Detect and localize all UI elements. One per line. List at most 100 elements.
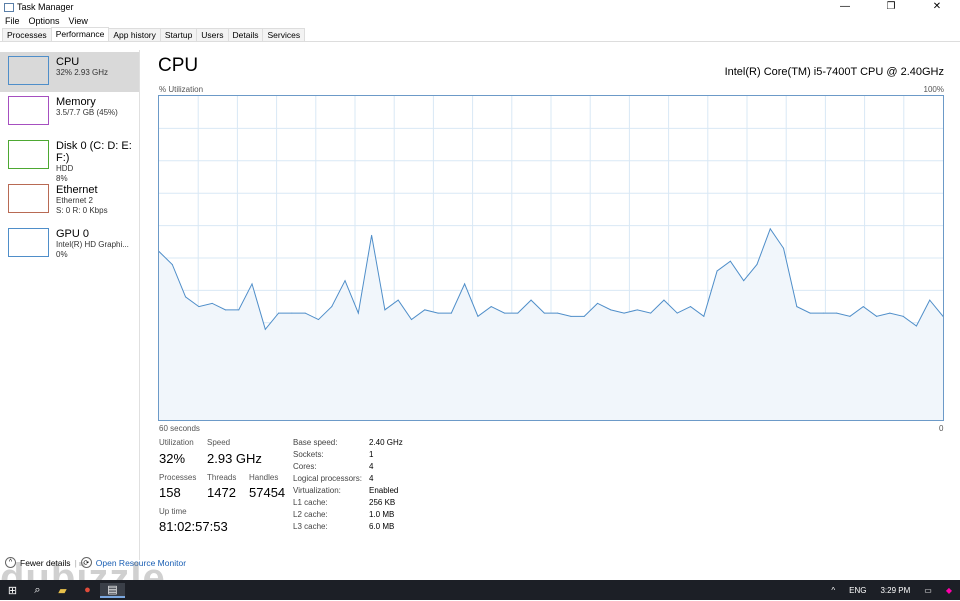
thumbnail-graph xyxy=(8,140,49,169)
maximize-button[interactable]: ❐ xyxy=(868,0,914,14)
data-point xyxy=(477,315,479,317)
search-icon[interactable]: ⌕ xyxy=(25,584,50,597)
data-point xyxy=(597,302,599,304)
data-point xyxy=(490,306,492,308)
sidebar-item-title: Ethernet xyxy=(56,184,98,196)
thumbnail-graph xyxy=(8,184,49,213)
open-resource-monitor-link[interactable]: Open Resource Monitor xyxy=(96,558,186,568)
data-point xyxy=(929,299,931,301)
data-point xyxy=(862,306,864,308)
data-point xyxy=(450,312,452,314)
data-point xyxy=(915,325,917,327)
sidebar-item-sub: 32% 2.93 GHz xyxy=(56,68,109,77)
threads-value: 1472 xyxy=(207,485,236,500)
uptime-label: Up time xyxy=(159,507,187,516)
sidebar-item-disk[interactable]: Disk 0 (C: D: E: F:) HDD 8% xyxy=(0,136,139,183)
data-point xyxy=(198,306,200,308)
spec-label: Virtualization: xyxy=(293,486,341,495)
chevron-up-icon[interactable]: ^ xyxy=(831,586,835,595)
menu-options[interactable]: Options xyxy=(29,16,60,26)
data-point xyxy=(384,309,386,311)
sidebar: CPU 32% 2.93 GHz Memory 3.5/7.7 GB (45%) Dis… xyxy=(0,50,140,560)
fewer-details-button[interactable]: Fewer details xyxy=(20,558,71,568)
tab-startup[interactable]: Startup xyxy=(159,28,198,41)
data-point xyxy=(716,270,718,272)
processes-value: 158 xyxy=(159,485,181,500)
data-point xyxy=(278,312,280,314)
sidebar-item-sub: Intel(R) HD Graphi... xyxy=(56,240,129,249)
spec-value: 2.40 GHz xyxy=(369,438,403,447)
data-point xyxy=(517,312,519,314)
resource-monitor-icon: ⟳ xyxy=(80,557,92,568)
tab-services[interactable]: Services xyxy=(262,28,306,41)
language-indicator[interactable]: ENG xyxy=(849,586,866,595)
y-axis-label: % Utilization xyxy=(159,85,204,94)
data-point xyxy=(159,251,160,253)
data-point xyxy=(304,312,306,314)
notification-icon[interactable]: ▭ xyxy=(924,586,932,595)
tab-app-history[interactable]: App history xyxy=(108,28,161,41)
data-point xyxy=(836,312,838,314)
data-point xyxy=(583,315,585,317)
data-point xyxy=(291,312,293,314)
sidebar-item-ethernet[interactable]: Ethernet Ethernet 2 S: 0 R: 0 Kbps xyxy=(0,180,139,224)
data-point xyxy=(410,319,412,321)
spec-label: L3 cache: xyxy=(293,522,328,531)
tab-processes[interactable]: Processes xyxy=(2,28,52,41)
sidebar-item-sub: Ethernet 2 xyxy=(56,196,93,205)
data-point xyxy=(543,312,545,314)
minimize-button[interactable]: — xyxy=(822,0,868,14)
data-point xyxy=(769,228,771,230)
data-point xyxy=(676,312,678,314)
file-explorer-icon[interactable]: ▰ xyxy=(50,584,75,597)
thumbnail-graph xyxy=(8,96,49,125)
menu-view[interactable]: View xyxy=(69,16,88,26)
chrome-icon[interactable]: ● xyxy=(75,584,100,596)
spec-value: 4 xyxy=(369,474,374,483)
sidebar-item-memory[interactable]: Memory 3.5/7.7 GB (45%) xyxy=(0,92,139,136)
cpu-model: Intel(R) Core(TM) i5-7400T CPU @ 2.40GHz xyxy=(724,66,944,78)
tab-users[interactable]: Users xyxy=(196,28,229,41)
data-point xyxy=(317,319,319,321)
data-point xyxy=(437,312,439,314)
data-point xyxy=(371,234,373,236)
data-point xyxy=(729,260,731,262)
menu-file[interactable]: File xyxy=(5,16,20,26)
x-right-label: 0 xyxy=(939,424,944,433)
data-point xyxy=(942,315,943,317)
utilization-label: Utilization xyxy=(159,438,194,447)
title-bar: Task Manager xyxy=(0,0,960,14)
sidebar-item-title: GPU 0 xyxy=(56,228,90,240)
data-point xyxy=(185,296,187,298)
sidebar-item-gpu[interactable]: GPU 0 Intel(R) HD Graphi... 0% xyxy=(0,224,139,268)
sidebar-item-cpu[interactable]: CPU 32% 2.93 GHz xyxy=(0,52,139,92)
sidebar-item-sub2: S: 0 R: 0 Kbps xyxy=(56,206,108,215)
data-point xyxy=(796,306,798,308)
processes-label: Processes xyxy=(159,473,197,482)
data-point xyxy=(849,315,851,317)
data-point xyxy=(530,299,532,301)
data-point xyxy=(397,299,399,301)
sidebar-item-title: CPU xyxy=(56,56,80,68)
thumbnail-graph xyxy=(8,228,49,257)
close-button[interactable]: ✕ xyxy=(914,0,960,14)
data-point xyxy=(610,309,612,311)
windows-start-icon[interactable]: ⊞ xyxy=(0,584,25,597)
data-point xyxy=(264,328,266,330)
spec-label: Base speed: xyxy=(293,438,338,447)
speed-value: 2.93 GHz xyxy=(207,451,262,466)
clock[interactable]: 3:29 PM xyxy=(880,586,910,595)
tab-performance[interactable]: Performance xyxy=(50,27,110,40)
y-max-label: 100% xyxy=(923,85,944,94)
app-icon[interactable]: ◆ xyxy=(946,586,952,595)
speed-label: Speed xyxy=(207,438,231,447)
data-point xyxy=(703,315,705,317)
data-point xyxy=(623,312,625,314)
spec-value: 1 xyxy=(369,450,374,459)
spec-label: Cores: xyxy=(293,462,317,471)
spec-value: 256 KB xyxy=(369,498,396,507)
tab-details[interactable]: Details xyxy=(227,28,264,41)
task-manager-taskbar-icon[interactable]: ▤ xyxy=(100,582,125,598)
chevron-up-icon[interactable]: ^ xyxy=(5,557,16,568)
spec-value: Enabled xyxy=(369,486,399,495)
